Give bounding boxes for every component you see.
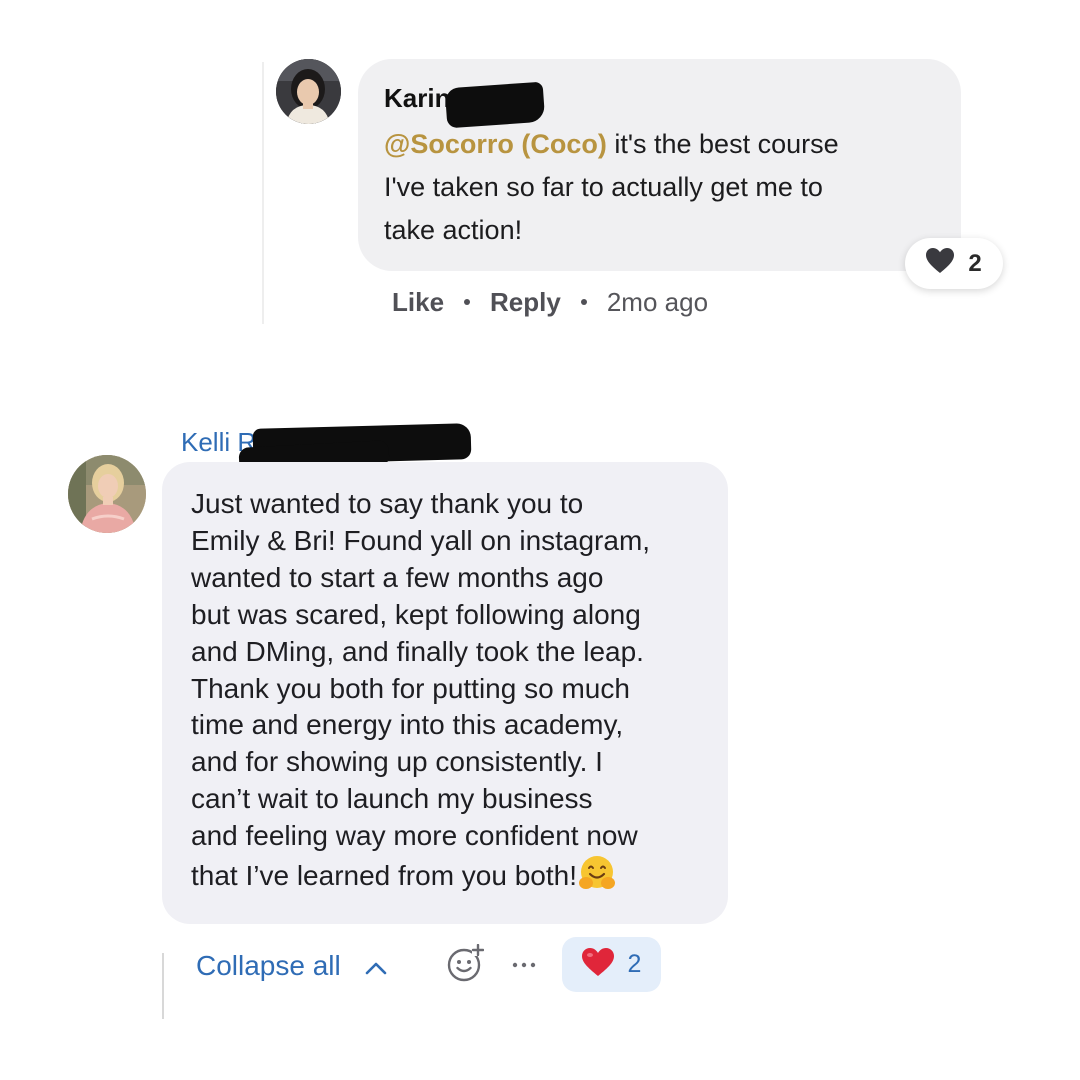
collapse-all-label: Collapse all	[196, 950, 341, 981]
comment-actions: Like Reply 2mo ago	[392, 282, 708, 322]
avatar[interactable]	[276, 59, 341, 124]
comments-screen: Karin Tra @Socorro (Coco) it's the best …	[0, 0, 1080, 1080]
reaction-count: 2	[968, 249, 982, 277]
comment-text-line: take action!	[384, 215, 523, 245]
separator-dot	[464, 299, 471, 305]
chevron-up-icon	[365, 950, 387, 982]
more-options-icon[interactable]	[510, 950, 540, 980]
comment-text-line: it's the best course	[606, 129, 839, 159]
red-heart-emoji	[581, 947, 614, 982]
collapse-all-button[interactable]: Collapse all	[196, 946, 387, 986]
avatar[interactable]	[68, 455, 146, 533]
comment-text: @Socorro (Coco) it's the best course I've…	[384, 123, 935, 252]
comment-text-line: I've taken so far to actually get me to	[384, 172, 823, 202]
user-mention[interactable]: @Socorro (Coco)	[384, 129, 607, 159]
thread-line	[162, 953, 164, 1019]
comment-author[interactable]: Karin Tra	[384, 81, 546, 129]
comment-text: Just wanted to say thank you to Emily & …	[191, 486, 706, 901]
like-button[interactable]: Like	[392, 287, 444, 318]
add-emoji-icon[interactable]	[446, 943, 485, 982]
hugging-face-emoji	[577, 855, 617, 901]
separator-dot	[580, 299, 587, 305]
heart-icon	[926, 248, 955, 279]
thread-line	[262, 62, 264, 324]
comment-bubble: Just wanted to say thank you to Emily & …	[162, 462, 728, 924]
redaction-mark	[444, 81, 546, 129]
comment-body: Just wanted to say thank you to Emily & …	[191, 488, 651, 892]
reaction-count: 2	[627, 950, 642, 978]
comment-bubble: Karin Tra @Socorro (Coco) it's the best …	[358, 59, 961, 271]
reaction-badge[interactable]: 2	[905, 238, 1003, 289]
comment-timestamp: 2mo ago	[606, 286, 709, 317]
comment-author-row: Kelli R M	[181, 423, 472, 474]
reaction-badge[interactable]: 2	[562, 937, 661, 992]
reply-button[interactable]: Reply	[490, 287, 561, 318]
